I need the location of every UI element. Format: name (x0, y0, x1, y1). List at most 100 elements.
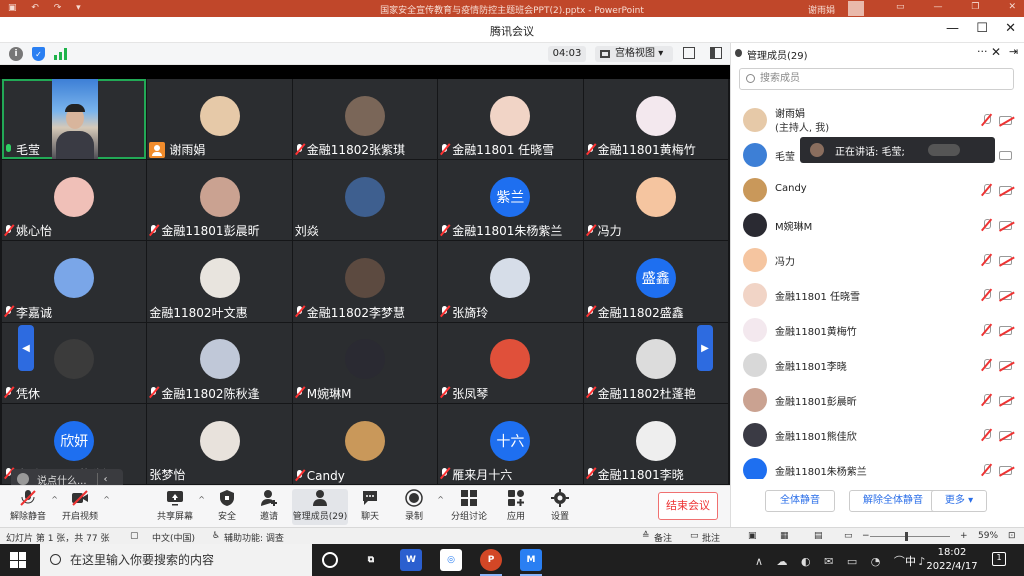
camera-off-icon[interactable] (999, 431, 1012, 440)
record-button[interactable]: 录制 ^ (390, 489, 444, 525)
smile-icon[interactable] (17, 473, 29, 485)
invite-button[interactable]: 邀请 (245, 489, 293, 525)
more-icon[interactable]: ··· (977, 45, 988, 58)
info-icon[interactable]: i (9, 47, 23, 61)
reading-view-icon[interactable]: ▤ (814, 531, 823, 541)
participant-tile[interactable]: 金融11801 任晓雪 (438, 79, 583, 160)
member-list-item[interactable]: 金融11801黄梅竹 (731, 313, 1024, 348)
participant-tile[interactable]: 金融11802李梦慧 (292, 241, 438, 322)
camera-off-icon[interactable] (999, 326, 1012, 335)
participant-tile[interactable]: 紫兰 金融11801朱杨紫兰 (438, 160, 583, 241)
participant-tile[interactable]: 金融11802张紫琪 (292, 79, 438, 160)
mic-muted-icon[interactable] (981, 464, 991, 476)
close-icon[interactable]: ✕ (1008, 2, 1016, 12)
member-list-item[interactable]: 金融11801李晓 (731, 348, 1024, 383)
participant-tile[interactable]: 金融11801彭晨昕 (147, 160, 292, 241)
sidebar-toggle-icon[interactable] (710, 47, 722, 59)
camera-off-icon[interactable] (999, 291, 1012, 300)
participant-tile[interactable]: 金融11802叶文惠 (147, 241, 292, 322)
mic-muted-icon[interactable] (981, 359, 991, 371)
notes-button[interactable]: 备注 (654, 531, 672, 544)
camera-icon[interactable] (999, 151, 1012, 160)
normal-view-icon[interactable]: ▣ (748, 531, 757, 541)
caret-up-icon[interactable]: ^ (103, 495, 110, 504)
unmute-all-button[interactable]: 解除全体静音 (849, 490, 937, 512)
more-button[interactable]: 更多 ▾ (931, 490, 987, 512)
taskbar-clock[interactable]: 18:02 2022/4/17 (922, 546, 982, 574)
zoom-level[interactable]: 59% (978, 531, 998, 541)
task-view-icon[interactable]: ⧉ (360, 549, 382, 571)
members-button[interactable]: 管理成员(29) (292, 489, 348, 525)
fit-slide-icon[interactable]: ⊡ (1008, 531, 1016, 541)
participant-tile[interactable]: 冯力 (583, 160, 728, 241)
participant-tile[interactable]: 刘焱 (292, 160, 438, 241)
participant-tile[interactable]: 李嘉诚 (2, 241, 147, 322)
next-page-button[interactable]: ▶ (697, 325, 713, 371)
participant-tile[interactable]: 盛鑫 金融11802盛鑫 (583, 241, 728, 322)
participant-tile[interactable]: 张旖玲 (438, 241, 583, 322)
powerpoint-user-name[interactable]: 谢雨娟 (808, 3, 835, 16)
participant-tile[interactable]: 毛莹 (2, 79, 147, 160)
view-mode-dropdown[interactable]: 宫格视图 ▾ (595, 46, 673, 62)
caret-up-icon[interactable]: ^ (437, 495, 444, 504)
member-list-item[interactable]: 金融11801朱杨紫兰 (731, 453, 1024, 479)
mute-all-button[interactable]: 全体静音 (765, 490, 835, 512)
fullscreen-icon[interactable] (683, 47, 695, 59)
maximize-icon[interactable]: ☐ (976, 21, 988, 36)
apps-button[interactable]: 应用 (492, 489, 540, 525)
close-icon[interactable]: ✕ (1005, 21, 1016, 36)
word-app-icon[interactable]: W (400, 549, 422, 571)
participant-tile[interactable]: 张梦怡 (147, 403, 292, 484)
camera-off-icon[interactable] (999, 466, 1012, 475)
participant-tile[interactable]: 金融11801李晓 (583, 403, 728, 484)
spellcheck-icon[interactable]: ▢ (130, 531, 139, 541)
settings-button[interactable]: 设置 (536, 489, 584, 525)
slideshow-icon[interactable]: ▭ (844, 531, 853, 541)
member-list-item[interactable]: 金融11801熊佳欣 (731, 418, 1024, 453)
mic-muted-icon[interactable] (981, 114, 991, 126)
camera-off-icon[interactable] (999, 256, 1012, 265)
cortana-icon[interactable] (322, 552, 338, 568)
zoom-slider-handle[interactable] (905, 532, 908, 541)
participant-tile[interactable]: 张凤琴 (438, 322, 583, 403)
security-button[interactable]: 安全 (203, 489, 251, 525)
end-meeting-button[interactable]: 结束会议 (658, 492, 718, 520)
participant-tile[interactable]: 谢雨娟 (147, 79, 292, 160)
participant-tile[interactable]: 金融11802陈秋逢 (147, 322, 292, 403)
collapse-icon[interactable]: ⇥ (1009, 45, 1018, 58)
participant-tile[interactable]: Candy (292, 403, 438, 484)
camera-off-icon[interactable] (999, 361, 1012, 370)
member-list-item[interactable]: 冯力 (731, 243, 1024, 278)
signal-icon[interactable] (54, 48, 68, 60)
slide-sorter-icon[interactable]: ▦ (780, 531, 789, 541)
accessibility-status[interactable]: 辅助功能: 调查 (224, 531, 284, 544)
member-list-item[interactable]: M婉琳M (731, 208, 1024, 243)
comments-button[interactable]: 批注 (702, 531, 720, 544)
participant-tile[interactable]: 姚心怡 (2, 160, 147, 241)
powerpoint-app-icon[interactable]: P (480, 549, 502, 576)
chevron-left-icon[interactable]: ‹ (104, 474, 108, 485)
mic-muted-icon[interactable] (981, 219, 991, 231)
zoom-out-icon[interactable]: − (862, 531, 870, 541)
ime-indicator[interactable]: 中 (905, 553, 916, 569)
participant-tile[interactable]: 金融11801黄梅竹 (583, 79, 728, 160)
prev-page-button[interactable]: ◀ (18, 325, 34, 371)
unmute-button[interactable]: 解除静音 ^ (4, 489, 58, 525)
zoom-in-icon[interactable]: + (960, 531, 968, 541)
language-label[interactable]: 中文(中国) (152, 531, 195, 544)
mic-muted-icon[interactable] (981, 324, 991, 336)
camera-off-icon[interactable] (999, 221, 1012, 230)
member-list-item[interactable]: Candy (731, 173, 1024, 208)
ribbon-display-icon[interactable]: ▭ (896, 2, 905, 12)
restore-icon[interactable]: ❐ (971, 2, 979, 12)
close-icon[interactable]: ✕ (991, 45, 1001, 59)
chat-button[interactable]: 聊天 (346, 489, 394, 525)
powerpoint-user-avatar[interactable] (848, 1, 864, 16)
camera-off-icon[interactable] (999, 116, 1012, 125)
mic-muted-icon[interactable] (981, 394, 991, 406)
taskbar-search-input[interactable]: 在这里输入你要搜索的内容 (40, 544, 312, 576)
member-list-item[interactable]: 金融11801彭晨昕 (731, 383, 1024, 418)
notification-icon[interactable]: 1 (992, 552, 1006, 566)
member-list-item[interactable]: 谢雨娟 (主持人, 我) (731, 103, 1024, 138)
member-search-input[interactable]: 搜索成员 (739, 68, 1014, 90)
